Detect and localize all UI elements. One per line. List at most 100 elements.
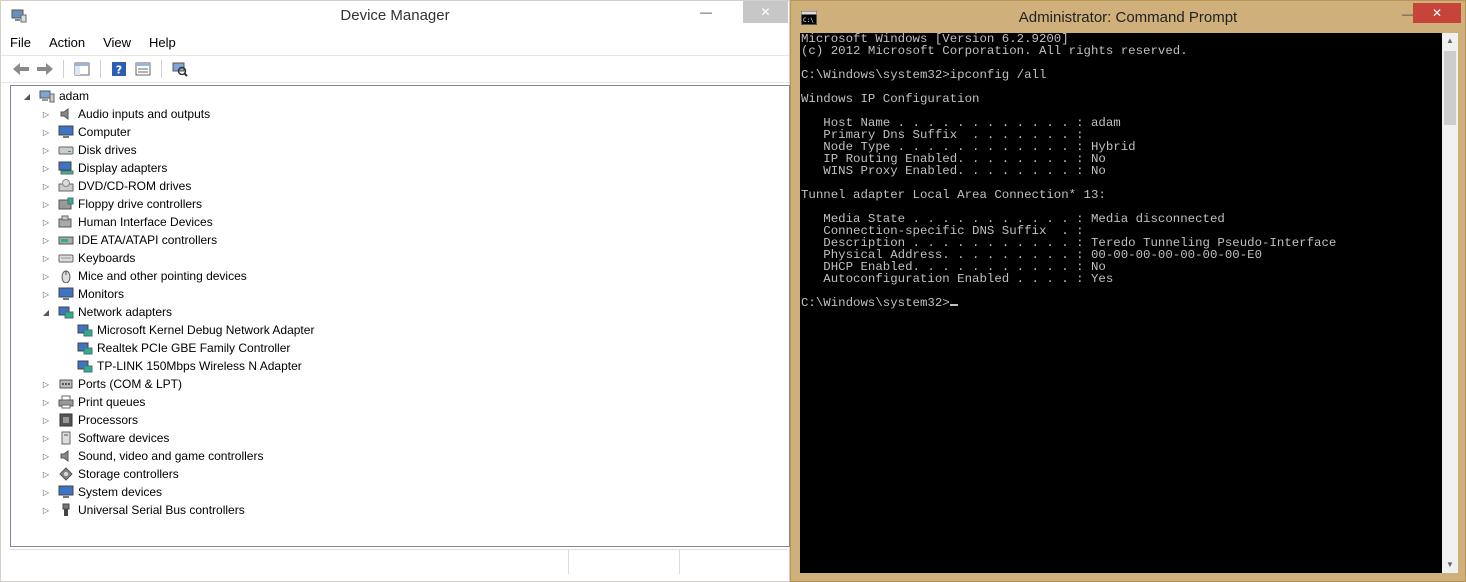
collapsed-arrow-icon[interactable]: ▷ <box>40 164 52 173</box>
command-prompt-titlebar[interactable]: C:\ Administrator: Command Prompt — ✕ <box>791 1 1465 33</box>
collapsed-arrow-icon[interactable]: ▷ <box>40 146 52 155</box>
cmd-close-button[interactable]: ✕ <box>1413 3 1461 23</box>
tree-item-label: DVD/CD-ROM drives <box>78 179 192 193</box>
close-button[interactable]: ✕ <box>743 1 788 23</box>
device-manager-titlebar[interactable]: Device Manager — ✕ <box>1 1 789 33</box>
device-tree[interactable]: ◢ adam ▷ Audio inputs and outputs ▷ Computer ▷… <box>10 85 790 547</box>
back-button[interactable] <box>11 59 31 79</box>
tree-item[interactable]: ▷ Storage controllers <box>40 465 179 483</box>
tree-item-label: Keyboards <box>78 251 136 265</box>
tree-item[interactable]: ▷ Ports (COM & LPT) <box>40 375 182 393</box>
collapsed-arrow-icon[interactable]: ▷ <box>40 272 52 281</box>
menu-view[interactable]: View <box>94 33 140 53</box>
mouse-icon <box>61 270 71 283</box>
collapsed-arrow-icon[interactable]: ▷ <box>40 470 52 479</box>
tree-item[interactable]: ◢ adam <box>21 87 89 105</box>
collapsed-arrow-icon[interactable]: ▷ <box>40 488 52 497</box>
storage-controller-icon <box>59 467 73 481</box>
tree-item[interactable]: Realtek PCIe GBE Family Controller <box>59 339 290 357</box>
console-tree-icon <box>74 62 90 76</box>
tree-item-label: Print queues <box>78 395 146 409</box>
collapsed-arrow-icon[interactable]: ▷ <box>40 416 52 425</box>
tree-item[interactable]: ▷ Processors <box>40 411 138 429</box>
show-hide-console-tree-button[interactable] <box>72 59 92 79</box>
tree-item-label: Disk drives <box>78 143 137 157</box>
collapsed-arrow-icon[interactable]: ▷ <box>40 506 52 515</box>
tree-item[interactable]: ▷ Universal Serial Bus controllers <box>40 501 245 519</box>
tree-item[interactable]: ▷ Audio inputs and outputs <box>40 105 210 123</box>
tree-item[interactable]: ▷ DVD/CD-ROM drives <box>40 177 191 195</box>
collapsed-arrow-icon[interactable]: ▷ <box>40 434 52 443</box>
tree-item-label: Software devices <box>78 431 170 445</box>
expanded-arrow-icon[interactable]: ◢ <box>21 92 33 101</box>
properties-button[interactable] <box>133 59 153 79</box>
collapsed-arrow-icon[interactable]: ▷ <box>40 218 52 227</box>
menu-action[interactable]: Action <box>40 33 94 53</box>
network-adapter-icon <box>77 324 93 337</box>
collapsed-arrow-icon[interactable]: ▷ <box>40 398 52 407</box>
tree-item-label: Human Interface Devices <box>78 215 213 229</box>
monitor-icon <box>58 485 74 498</box>
network-adapter-icon <box>77 342 93 355</box>
tree-item[interactable]: ▷ Human Interface Devices <box>40 213 213 231</box>
collapsed-arrow-icon[interactable]: ▷ <box>40 128 52 137</box>
tree-item-label: Monitors <box>78 287 125 301</box>
tree-item[interactable]: ▷ Sound, video and game controllers <box>40 447 264 465</box>
collapsed-arrow-icon[interactable]: ▷ <box>40 110 52 119</box>
minimize-icon: — <box>700 5 712 19</box>
tree-item-label: Audio inputs and outputs <box>78 107 211 121</box>
device-manager-title: Device Manager <box>340 7 450 24</box>
tree-item[interactable]: Microsoft Kernel Debug Network Adapter <box>59 321 314 339</box>
processor-icon <box>59 413 73 427</box>
tree-item-label: Floppy drive controllers <box>78 197 203 211</box>
network-adapter-icon <box>58 306 74 319</box>
collapsed-arrow-icon[interactable]: ▷ <box>40 290 52 299</box>
tree-item[interactable]: ▷ Display adapters <box>40 159 167 177</box>
status-pane <box>569 550 680 574</box>
menu-help[interactable]: Help <box>140 33 185 53</box>
hid-icon <box>58 215 72 228</box>
tree-item[interactable]: ▷ Disk drives <box>40 141 137 159</box>
tree-item[interactable]: ▷ Print queues <box>40 393 145 411</box>
collapsed-arrow-icon[interactable]: ▷ <box>40 452 52 461</box>
collapsed-arrow-icon[interactable]: ▷ <box>40 380 52 389</box>
text-cursor <box>949 304 958 306</box>
collapsed-arrow-icon[interactable]: ▷ <box>40 200 52 209</box>
collapsed-arrow-icon[interactable]: ▷ <box>40 236 52 245</box>
help-button[interactable]: ? <box>109 59 129 79</box>
minimize-button[interactable]: — <box>691 1 721 23</box>
tree-item-label: Display adapters <box>78 161 168 175</box>
scroll-down-arrow-icon[interactable]: ▼ <box>1442 557 1458 573</box>
tree-item[interactable]: ▷ System devices <box>40 483 162 501</box>
collapsed-arrow-icon[interactable]: ▷ <box>40 254 52 263</box>
tree-item-label: Ports (COM & LPT) <box>78 377 183 391</box>
expanded-arrow-icon[interactable]: ◢ <box>40 308 52 317</box>
collapsed-arrow-icon[interactable]: ▷ <box>40 182 52 191</box>
dvd-drive-icon <box>58 179 74 192</box>
forward-arrow-icon <box>37 63 53 75</box>
tree-item[interactable]: ▷ Keyboards <box>40 249 135 267</box>
properties-icon <box>135 62 151 76</box>
scrollbar-thumb[interactable] <box>1444 51 1456 125</box>
scroll-up-arrow-icon[interactable]: ▲ <box>1442 33 1458 49</box>
tree-item-label: Mice and other pointing devices <box>78 269 247 283</box>
scan-hardware-icon <box>172 62 188 77</box>
tree-item[interactable]: ▷ Floppy drive controllers <box>40 195 202 213</box>
tree-item-label: Realtek PCIe GBE Family Controller <box>97 341 291 355</box>
tree-item[interactable]: ▷ Monitors <box>40 285 124 303</box>
menu-file[interactable]: File <box>1 33 40 53</box>
tree-item[interactable]: ◢ Network adapters <box>40 303 172 321</box>
monitor-icon <box>58 287 74 300</box>
console-output[interactable]: Microsoft Windows [Version 6.2.9200] (c)… <box>800 33 1442 573</box>
tree-item[interactable]: TP-LINK 150Mbps Wireless N Adapter <box>59 357 302 375</box>
tree-item[interactable]: ▷ Mice and other pointing devices <box>40 267 247 285</box>
tree-item[interactable]: ▷ Software devices <box>40 429 169 447</box>
ide-controller-icon <box>58 236 74 245</box>
toolbar-separator <box>161 60 162 78</box>
scan-hardware-changes-button[interactable] <box>170 59 190 79</box>
tree-item[interactable]: ▷ Computer <box>40 123 131 141</box>
console-vertical-scrollbar[interactable]: ▲ ▼ <box>1442 33 1458 573</box>
tree-item-label: Processors <box>78 413 139 427</box>
forward-button[interactable] <box>35 59 55 79</box>
tree-item[interactable]: ▷ IDE ATA/ATAPI controllers <box>40 231 217 249</box>
